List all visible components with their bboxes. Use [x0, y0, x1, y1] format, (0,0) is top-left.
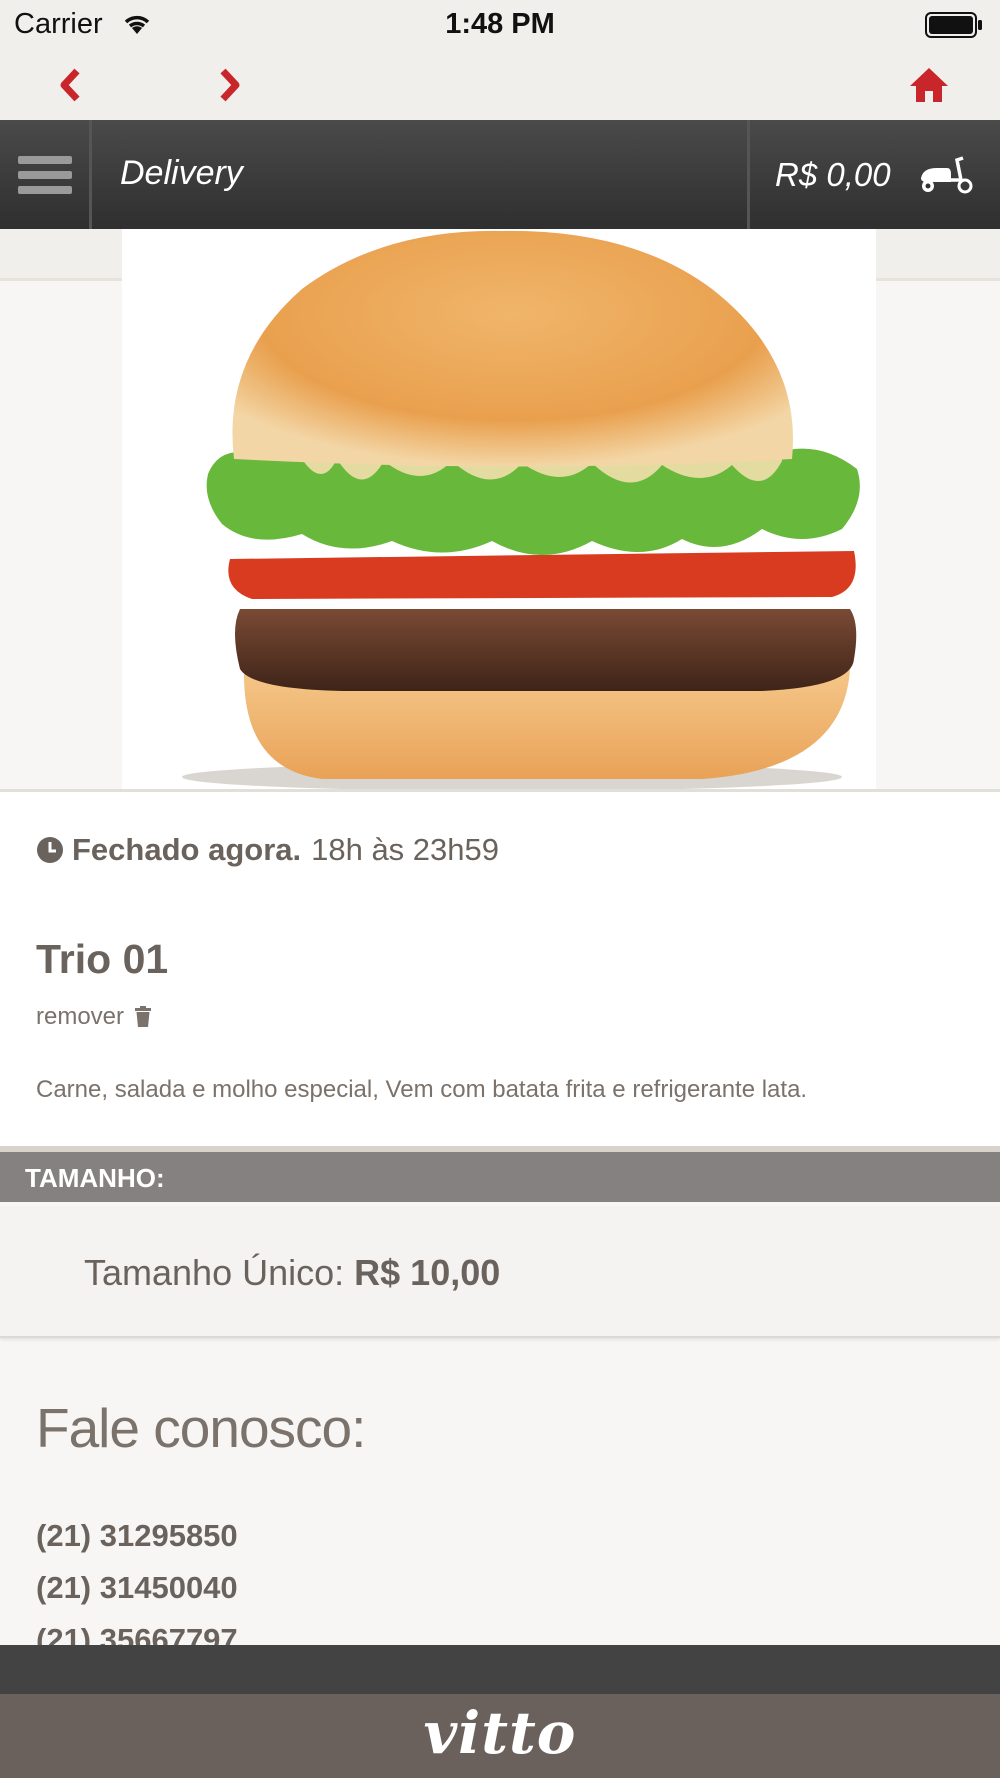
cart-button[interactable]: R$ 0,00 — [747, 120, 1000, 229]
clock: 1:48 PM — [445, 8, 555, 40]
brand-logo: vitto — [423, 1699, 577, 1767]
size-option-text: Tamanho Único: R$ 10,00 — [84, 1252, 500, 1294]
status-bar: Carrier 1:48 PM — [0, 0, 1000, 50]
remove-button[interactable]: remover — [36, 1003, 152, 1031]
size-section-header: TAMANHO: — [0, 1152, 1000, 1202]
chevron-left-icon — [60, 68, 80, 102]
battery-icon — [925, 12, 982, 38]
store-status: Fechado agora. — [72, 832, 302, 867]
contact-title: Fale conosco: — [36, 1397, 366, 1459]
forward-button[interactable] — [205, 60, 255, 110]
product-image — [122, 229, 876, 791]
browser-nav-bar — [0, 50, 1000, 120]
menu-button[interactable] — [0, 120, 92, 229]
trash-icon — [135, 1006, 152, 1027]
cart-total: R$ 0,00 — [775, 155, 891, 193]
bottom-toolbar — [0, 1645, 1000, 1694]
size-option[interactable]: Tamanho Único: R$ 10,00 — [0, 1206, 1000, 1338]
chevron-right-icon — [220, 68, 240, 102]
product-title: Trio 01 — [36, 936, 169, 982]
home-button[interactable] — [904, 60, 954, 110]
phone-link[interactable]: (21) 31295850 — [36, 1518, 238, 1570]
phone-link[interactable]: (21) 31450040 — [36, 1570, 238, 1622]
page-title: Delivery — [120, 154, 243, 192]
size-header-label: TAMANHO: — [25, 1163, 165, 1193]
store-hours-text: 18h às 23h59 — [311, 832, 500, 867]
burger-illustration — [182, 230, 860, 791]
size-option-price: R$ 10,00 — [354, 1252, 501, 1293]
hamburger-icon — [17, 149, 72, 201]
app-header: Delivery R$ 0,00 — [0, 120, 1000, 229]
clock-icon — [37, 837, 63, 863]
size-option-label: Tamanho Único: — [84, 1252, 345, 1293]
product-description: Carne, salada e molho especial, Vem com … — [36, 1076, 808, 1103]
brand-footer: vitto — [0, 1694, 1000, 1778]
back-button[interactable] — [45, 60, 95, 110]
product-info: Fechado agora. 18h às 23h59 Trio 01 remo… — [0, 792, 1000, 1147]
store-hours: Fechado agora. 18h às 23h59 — [36, 832, 499, 868]
scooter-icon — [920, 155, 973, 193]
home-icon — [910, 68, 948, 102]
remove-label: remover — [36, 1003, 125, 1030]
